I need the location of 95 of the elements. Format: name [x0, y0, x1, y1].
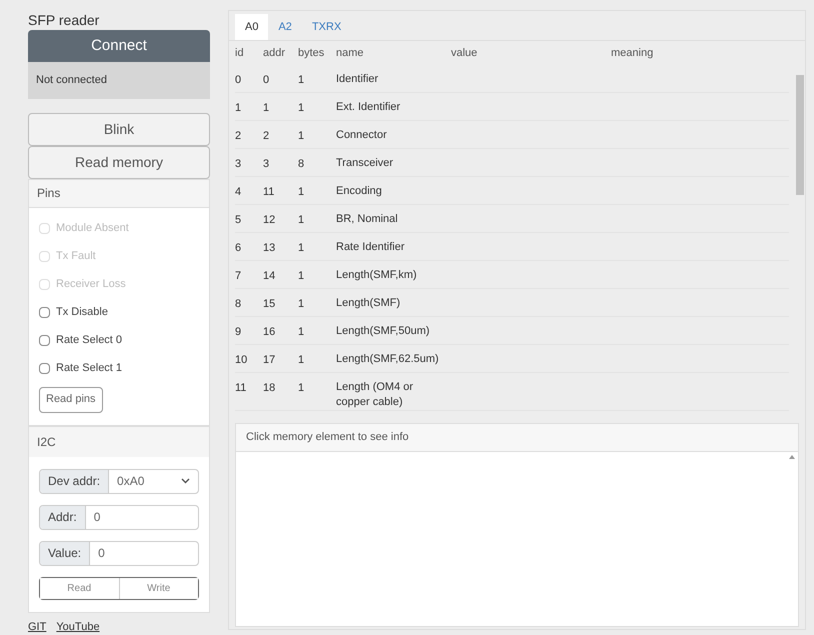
pins-header: Pins: [29, 180, 209, 208]
addr-field[interactable]: Addr: 0: [39, 504, 199, 530]
table-cell-text: 1: [298, 185, 306, 200]
table-cell-text: Rate Identifier: [336, 240, 406, 255]
memory-row[interactable]: 7 14 1 Length(SMF,km): [235, 261, 789, 289]
field-value: 0: [97, 545, 106, 562]
footer-link[interactable]: GIT: [28, 618, 46, 635]
dev-addr-field[interactable]: Dev addr: 0xA0: [39, 468, 199, 494]
table-cell-text: 8: [235, 297, 242, 312]
action-button[interactable]: Read memory: [28, 146, 210, 179]
chevron-icon: [181, 478, 190, 484]
table-cell-text: 17: [263, 353, 276, 368]
memory-row[interactable]: 4 11 1 Encoding: [235, 177, 789, 205]
table-cell-text: 1: [298, 213, 306, 228]
table-cell-text: Identifier: [336, 72, 380, 87]
memory-row[interactable]: 8 15 1 Length(SMF): [235, 289, 789, 317]
table-cell-text: 9: [235, 325, 242, 340]
column-header: addr: [263, 46, 286, 61]
read-pins-button[interactable]: Read pins: [39, 386, 103, 413]
column-header: bytes: [298, 46, 326, 61]
value-field[interactable]: Value: 0: [39, 540, 199, 566]
memory-row[interactable]: 0 0 1 Identifier: [235, 65, 789, 93]
table-cell-text: 1: [298, 381, 306, 396]
table-cell-text: 16: [263, 325, 276, 340]
table-cell-text: 14: [263, 269, 276, 284]
table-cell-text: 13: [263, 241, 276, 256]
table-cell-text: 1: [298, 101, 306, 116]
memory-row[interactable]: 2 2 1 Connector: [235, 121, 789, 149]
table-cell-text: 1: [298, 129, 306, 144]
i2c-header: I2C: [29, 426, 209, 457]
connect-button[interactable]: Connect: [28, 30, 210, 62]
action-button[interactable]: Blink: [28, 113, 210, 146]
table-cell-text: 0: [235, 73, 242, 88]
table-cell-text: Transceiver: [336, 156, 394, 171]
field-label: Value:: [40, 542, 90, 565]
field-value: 0xA0: [116, 473, 146, 490]
scroll-up-icon[interactable]: [789, 455, 795, 459]
footer-link[interactable]: YouTube: [56, 618, 100, 635]
table-cell-text: 5: [235, 213, 242, 228]
table-cell-text: Length(SMF,62.5um): [336, 352, 440, 367]
table-cell-text: 12: [263, 213, 276, 228]
pin-checkbox[interactable]: Rate Select 1: [39, 354, 199, 383]
column-header: value: [451, 46, 478, 61]
table-cell-text: 3: [263, 157, 270, 172]
memory-row[interactable]: 9 16 1 Length(SMF,50um): [235, 317, 789, 345]
table-cell-text: Length (OM4 or copper cable): [336, 380, 414, 410]
pin-checkbox[interactable]: Rate Select 0: [39, 326, 199, 355]
table-cell-text: 15: [263, 297, 276, 312]
column-header: meaning: [611, 46, 654, 61]
table-cell-text: 11: [263, 185, 276, 200]
memory-row[interactable]: 3 3 8 Transceiver: [235, 149, 789, 177]
table-cell-text: 1: [298, 241, 306, 256]
table-cell-text: 1: [235, 101, 242, 116]
table-cell-text: 2: [263, 129, 270, 144]
table-cell-text: 1: [298, 297, 306, 312]
column-header: id: [235, 46, 245, 61]
memory-tab[interactable]: TXRX: [302, 14, 352, 40]
memory-tab[interactable]: A0: [235, 14, 268, 40]
table-cell-text: 10: [235, 353, 248, 368]
table-cell-text: 1: [263, 101, 270, 116]
table-cell-text: Ext. Identifier: [336, 100, 402, 115]
pin-checkbox[interactable]: Tx Disable: [39, 298, 199, 327]
table-cell-text: 1: [298, 269, 306, 284]
memory-row[interactable]: 11 18 1 Length (OM4 or copper cable): [235, 373, 789, 411]
table-cell-text: Encoding: [336, 184, 383, 199]
field-value: 0: [92, 509, 102, 526]
table-cell-text: 0: [263, 73, 270, 88]
table-cell-text: Length(SMF): [336, 296, 402, 311]
table-cell-text: 18: [263, 381, 276, 396]
memory-tab[interactable]: A2: [268, 14, 302, 40]
i2c-action-button[interactable]: Write: [118, 578, 198, 599]
table-cell-text: 1: [298, 325, 306, 340]
memory-row[interactable]: 6 13 1 Rate Identifier: [235, 233, 789, 261]
column-header: name: [336, 46, 365, 61]
table-cell-text: 7: [235, 269, 242, 284]
table-cell-text: 1: [298, 353, 306, 368]
app-title: SFP reader: [28, 11, 100, 30]
table-cell-text: Length(SMF,50um): [336, 324, 431, 339]
table-cell-text: 6: [235, 241, 242, 256]
table-cell-text: 3: [235, 157, 242, 172]
memory-row[interactable]: 10 17 1 Length(SMF,62.5um): [235, 345, 789, 373]
table-cell-text: BR, Nominal: [336, 212, 399, 227]
table-cell-text: Connector: [336, 128, 388, 143]
info-header: Click memory element to see info: [236, 424, 798, 452]
table-cell-text: 8: [298, 157, 306, 172]
table-cell-text: 2: [235, 129, 242, 144]
field-label: Addr:: [40, 506, 86, 529]
status-panel: Not connected: [28, 62, 210, 100]
memory-row[interactable]: 5 12 1 BR, Nominal: [235, 205, 789, 233]
table-cell-text: Length(SMF,km): [336, 268, 418, 283]
field-label: Dev addr:: [40, 470, 110, 493]
table-cell-text: 11: [235, 381, 248, 396]
table-cell-text: 4: [235, 185, 242, 200]
table-cell-text: 1: [298, 73, 306, 88]
memory-row[interactable]: 1 1 1 Ext. Identifier: [235, 93, 789, 121]
